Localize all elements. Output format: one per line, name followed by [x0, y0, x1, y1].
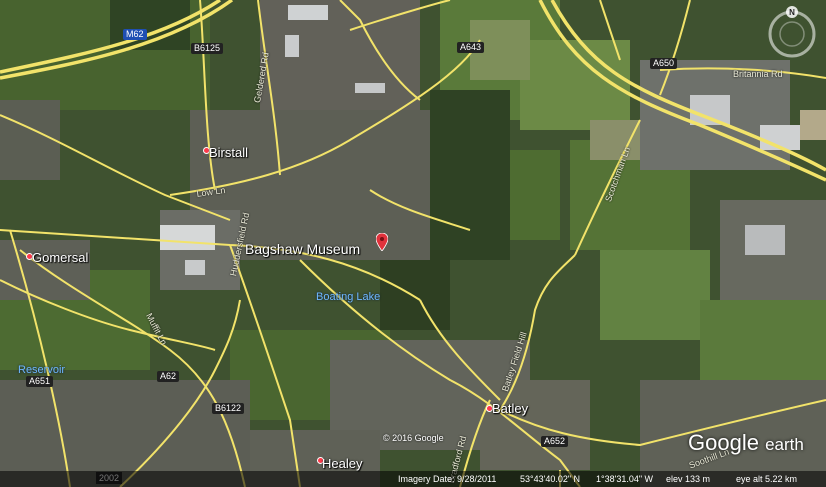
- logo-product: earth: [765, 435, 804, 454]
- map-view[interactable]: Birstall Bagshaw Museum Gomersal Batley …: [0, 0, 826, 487]
- road-shield-a62: A62: [157, 371, 180, 382]
- road-shield-b6125: B6125: [191, 43, 224, 54]
- place-label-bagshaw-museum[interactable]: Bagshaw Museum: [245, 242, 360, 256]
- water-label-boating-lake[interactable]: Boating Lake: [316, 292, 380, 303]
- longitude-readout: 1°38'31.04" W: [596, 474, 654, 484]
- road-shield-a651: A651: [26, 376, 54, 387]
- compass-north-label: N: [789, 8, 795, 17]
- logo-brand: Google: [688, 430, 759, 455]
- elevation-readout: elev 133 m: [666, 474, 711, 484]
- road-shield-m62: M62: [123, 29, 147, 40]
- place-label-gomersal[interactable]: Gomersal: [32, 251, 88, 264]
- satellite-terrain[interactable]: [0, 0, 826, 487]
- imagery-date: Imagery Date: 9/28/2011: [398, 474, 497, 484]
- copyright-notice: © 2016 Google: [383, 433, 444, 443]
- road-shield-b6122: B6122: [212, 403, 245, 414]
- place-label-batley[interactable]: Batley: [492, 402, 528, 415]
- latitude-readout: 53°43'40.02" N: [520, 474, 581, 484]
- road-shield-a650: A650: [650, 58, 678, 69]
- google-earth-logo: Google earth: [688, 430, 804, 456]
- road-shield-a652: A652: [541, 436, 569, 447]
- compass-control-icon[interactable]: N: [762, 4, 822, 64]
- road-label-britannia-rd: Britannia Rd: [733, 69, 783, 79]
- place-label-healey[interactable]: Healey: [322, 457, 362, 470]
- bagshaw-museum-pin-icon[interactable]: [376, 233, 388, 251]
- place-label-birstall[interactable]: Birstall: [209, 146, 248, 159]
- status-bar: Imagery Date: 9/28/2011 53°43'40.02" N 1…: [0, 471, 826, 487]
- eye-altitude-readout: eye alt 5.22 km: [736, 474, 798, 484]
- water-label-reservoir[interactable]: Reservoir: [18, 365, 65, 376]
- road-shield-a643: A643: [457, 42, 485, 53]
